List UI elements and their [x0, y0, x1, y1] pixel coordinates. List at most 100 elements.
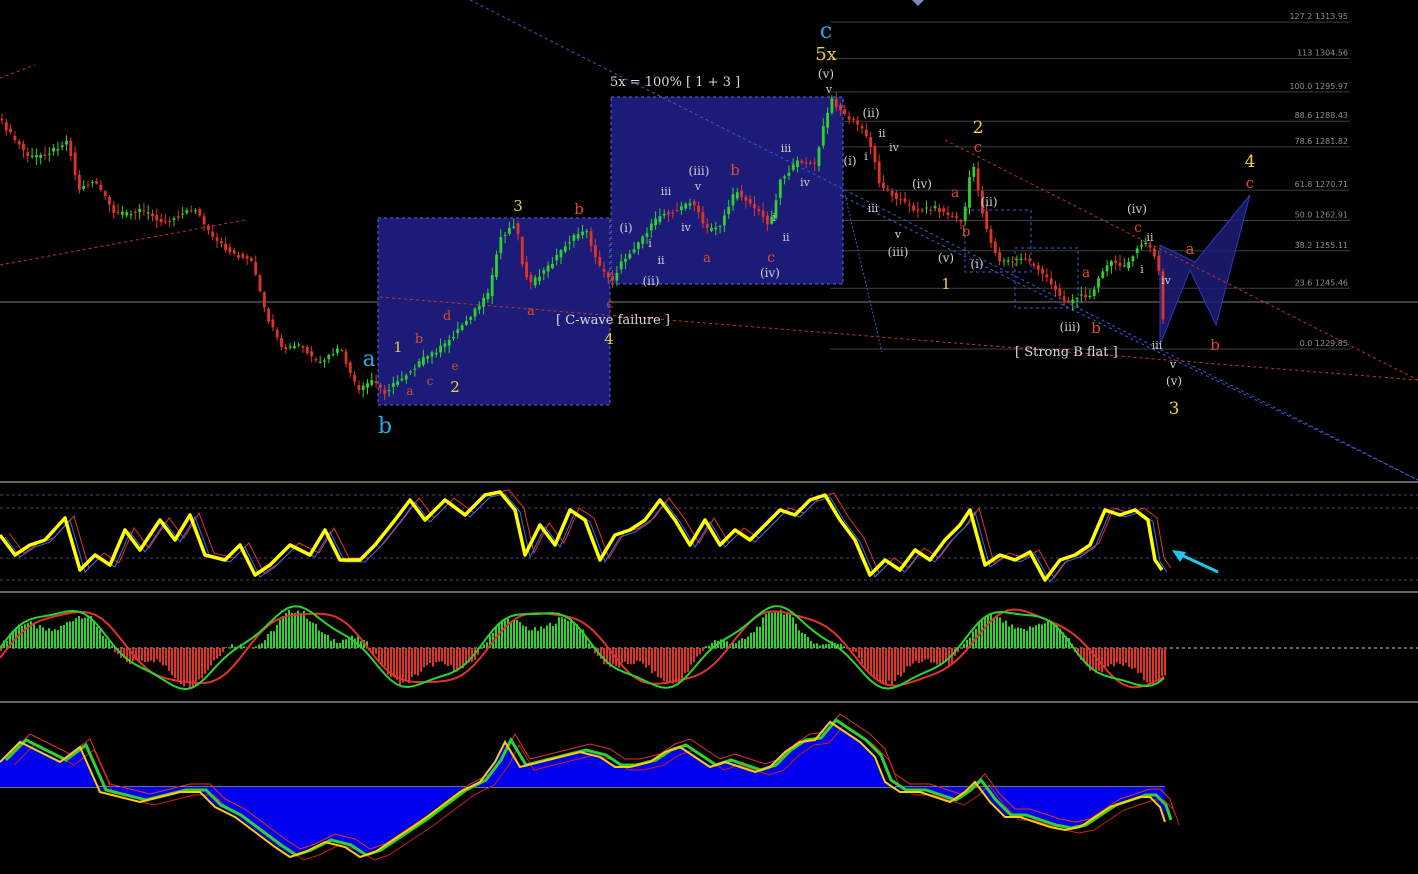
wave-label: c [427, 374, 434, 388]
macd-bar [1116, 648, 1118, 663]
candle-body [925, 207, 928, 209]
macd-bar [279, 619, 281, 648]
macd-bar [876, 648, 878, 679]
macd-bar [654, 648, 656, 672]
macd-bar [519, 621, 521, 648]
candle-body [237, 255, 240, 258]
macd-bar [537, 630, 539, 648]
macd-bar [51, 631, 53, 648]
candle-body [26, 152, 30, 156]
wave-box-2 [610, 96, 844, 285]
macd-bar [873, 648, 875, 679]
macd-bar [1011, 624, 1013, 648]
candle-body [1079, 294, 1083, 296]
wave-label: iv [681, 221, 692, 234]
macd-bar [483, 644, 485, 648]
candle-body [379, 384, 382, 388]
candle-body [508, 228, 511, 234]
candle-body [632, 249, 636, 253]
candle-body [993, 241, 997, 254]
macd-bar [105, 638, 107, 648]
candle-body [675, 210, 679, 212]
macd-bar [1149, 648, 1151, 683]
macd-bar [0, 648, 2, 651]
candle-body [1140, 244, 1143, 247]
candle-body [241, 253, 245, 258]
wave-label: (iv) [760, 266, 780, 280]
candle-body [56, 149, 60, 151]
macd-bar [795, 623, 797, 648]
candle-body [761, 210, 765, 217]
candle-body [280, 337, 283, 347]
wave-label: a [951, 185, 959, 201]
macd-bar [633, 648, 635, 665]
macd-bar [276, 624, 278, 648]
macd-bar [819, 645, 821, 648]
wave-label: iii [1152, 339, 1163, 352]
macd-bar [396, 648, 398, 680]
candle-body [297, 344, 301, 346]
fib-label: 127.2 1313.95 [1289, 12, 1348, 21]
macd-bar [426, 648, 428, 666]
wave-label: iii [868, 202, 879, 215]
macd-bar [810, 640, 812, 648]
macd-bar [882, 648, 884, 684]
macd-bar [1110, 648, 1112, 665]
candle-body [1067, 300, 1070, 302]
candle-body [490, 275, 494, 297]
macd-bar [627, 648, 629, 665]
candle-body [606, 272, 610, 278]
candle-body [740, 190, 743, 197]
macd-bar [738, 640, 740, 648]
macd-bar [252, 648, 254, 649]
candle-body [963, 206, 967, 222]
candle-body [680, 206, 683, 211]
candle-body [293, 346, 296, 349]
candle-body [391, 383, 395, 387]
macd-bar [447, 648, 449, 667]
candle-body [950, 215, 954, 217]
wave-label: ii [878, 127, 886, 140]
macd-bar [312, 622, 314, 648]
macd-bar [210, 648, 212, 666]
candle-body [890, 190, 894, 196]
macd-bar [816, 643, 818, 648]
macd-bar [750, 632, 752, 648]
macd-bar [444, 648, 446, 665]
macd-bar [912, 648, 914, 664]
candle-body [1054, 285, 1057, 290]
macd-bar [321, 632, 323, 648]
macd-bar [510, 622, 512, 648]
candle-body [331, 354, 335, 356]
macd-bar [1038, 623, 1040, 648]
fib-label: 88.6 1288.43 [1295, 111, 1348, 120]
macd-bar [177, 648, 179, 682]
candle-body [662, 213, 666, 216]
macd-bar [435, 648, 437, 663]
candle-body [912, 205, 915, 211]
macd-bar [999, 617, 1001, 648]
candle-body [17, 141, 21, 145]
macd-bar [1146, 648, 1148, 683]
candle-body [116, 211, 120, 213]
candle-body [796, 160, 799, 168]
macd-bar [705, 646, 707, 648]
macd-bar [603, 648, 605, 665]
macd-bar [699, 648, 701, 655]
wave-label: 4 [1245, 152, 1256, 172]
wave-label: iv [889, 141, 900, 154]
candle-body [1148, 245, 1152, 248]
candle-body [353, 374, 356, 382]
candle-body [723, 215, 726, 226]
candle-body [254, 262, 258, 275]
candle-body [370, 380, 374, 385]
candle-body [138, 209, 141, 213]
macd-bar [69, 621, 71, 648]
macd-bar [645, 648, 647, 668]
candle-body [1036, 265, 1040, 270]
candle-body [671, 212, 675, 214]
macd-bar [993, 617, 995, 648]
macd-bar [657, 648, 659, 678]
candle-body [103, 191, 107, 197]
macd-bar [624, 648, 626, 662]
